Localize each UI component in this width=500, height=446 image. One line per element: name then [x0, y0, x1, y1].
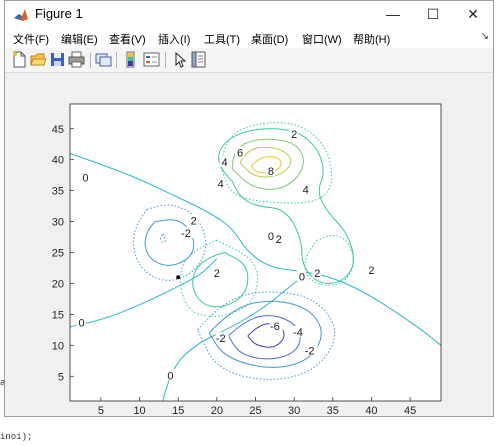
contour-label: -2 — [181, 228, 191, 240]
background-code-line: inoi); — [0, 432, 33, 442]
menu-edit[interactable]: 编辑(E) — [61, 31, 98, 47]
contour-plot: 0000022 222244468-2-2-2-4-6 5 10 15 20 25 30 35… — [52, 103, 442, 417]
contour-label: 6 — [237, 148, 243, 160]
x-tick-label: 20 — [211, 405, 223, 416]
contour-label: -6 — [270, 321, 280, 333]
menu-tools[interactable]: 工具(T) — [204, 31, 240, 47]
save-icon[interactable] — [49, 51, 66, 68]
menu-insert[interactable]: 插入(I) — [158, 31, 190, 47]
x-tick-label: 10 — [133, 405, 145, 416]
contour-label: 0 — [167, 370, 173, 382]
x-tick-label: 5 — [98, 405, 104, 416]
window-title: Figure 1 — [35, 6, 83, 21]
toolbar-separator — [90, 52, 91, 68]
y-tick-label: 30 — [52, 217, 64, 229]
colorbar-icon[interactable] — [122, 51, 139, 68]
close-button[interactable]: ✕ — [453, 1, 493, 28]
minimize-button[interactable]: — — [373, 1, 413, 28]
figure-toolbar — [5, 48, 493, 73]
contour-label: 8 — [268, 166, 274, 178]
marked-point — [176, 275, 181, 280]
contour-label: 2 — [276, 234, 282, 246]
new-figure-icon[interactable] — [11, 51, 28, 68]
contour-label: 2 — [291, 129, 297, 141]
toolbar-separator — [165, 52, 166, 68]
open-file-icon[interactable] — [30, 51, 47, 68]
toolbar-separator — [116, 52, 117, 68]
contour-label: 2 — [191, 216, 197, 228]
contour-label: 4 — [303, 185, 309, 197]
contour-label: -4 — [293, 327, 303, 339]
maximize-button[interactable]: ☐ — [413, 1, 453, 28]
menu-view[interactable]: 查看(V) — [109, 31, 146, 47]
menu-desktop[interactable]: 桌面(D) — [251, 31, 288, 47]
print-icon[interactable] — [68, 51, 85, 68]
x-tick-label: 30 — [288, 405, 300, 416]
contour-label: 2 — [368, 265, 374, 277]
y-tick-label: 5 — [58, 371, 64, 383]
y-tick-label: 40 — [52, 155, 64, 167]
x-tick-label: 35 — [327, 405, 339, 416]
contour-label: 4 — [222, 157, 228, 169]
contour-label: 0 — [82, 172, 88, 184]
menu-overflow-arrow-icon[interactable]: ↘ — [481, 31, 489, 42]
menu-help[interactable]: 帮助(H) — [353, 31, 390, 47]
menu-bar: 文件(F) 编辑(E) 查看(V) 插入(I) 工具(T) 桌面(D) 窗口(W… — [5, 28, 493, 48]
contour-label: 2 — [214, 268, 220, 280]
y-tick-label: 15 — [52, 309, 64, 321]
x-tick-label: 45 — [404, 405, 416, 416]
figure-canvas[interactable]: 0 0 0 0 0 2 2 2 2 2 2 4 4 4 6 8 -2 -2 -2 -4 -6 5 10 15 20 25 30 35… — [5, 73, 493, 417]
menu-file[interactable]: 文件(F) — [13, 31, 49, 47]
contour-label: 0 — [299, 271, 305, 283]
y-tick-label: 35 — [52, 186, 64, 198]
y-tick-label: 10 — [52, 340, 64, 352]
menu-window[interactable]: 窗口(W) — [302, 31, 342, 47]
contour-label: 0 — [268, 231, 274, 243]
property-editor-icon[interactable] — [190, 51, 207, 68]
x-tick-label: 15 — [172, 405, 184, 416]
x-tick-label: 40 — [365, 405, 377, 416]
x-tick-label: 25 — [249, 405, 261, 416]
y-tick-label: 45 — [52, 124, 64, 136]
link-figure-icon[interactable] — [95, 51, 112, 68]
figure-window: Figure 1 — ☐ ✕ 文件(F) 编辑(E) 查看(V) 插入(I) 工… — [4, 0, 494, 417]
legend-icon[interactable] — [143, 51, 160, 68]
contour-label: 2 — [314, 268, 320, 280]
y-tick-label: 20 — [52, 278, 64, 290]
contour-label: 0 — [79, 318, 85, 330]
title-bar[interactable]: Figure 1 — ☐ ✕ — [5, 1, 493, 28]
contour-label: -2 — [216, 333, 226, 345]
y-tick-label: 25 — [52, 248, 64, 260]
contour-label: 4 — [218, 178, 224, 190]
pointer-icon[interactable] — [171, 51, 188, 68]
contour-label: -2 — [305, 346, 315, 358]
matlab-logo-icon — [13, 7, 29, 23]
